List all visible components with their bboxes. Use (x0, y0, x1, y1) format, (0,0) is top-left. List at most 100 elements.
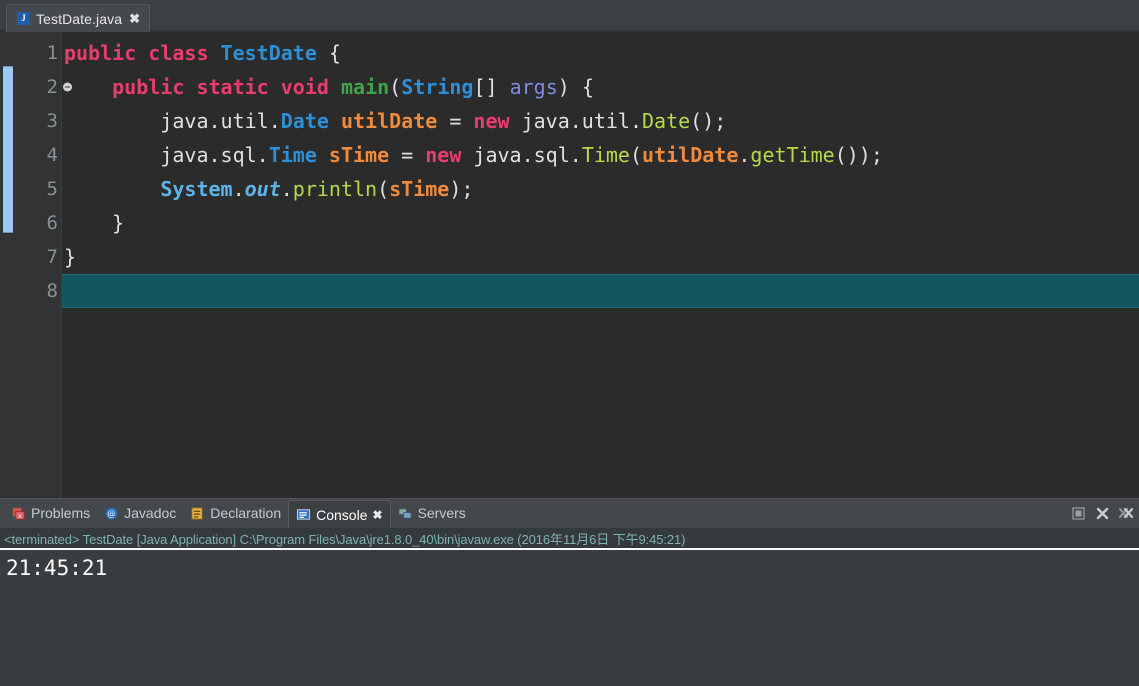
code-token: new (425, 143, 462, 167)
code-token: System (160, 177, 233, 201)
view-tab-problems[interactable]: xx Problems (4, 500, 97, 526)
code-token: void (280, 75, 329, 99)
code-token: ); (449, 177, 474, 201)
code-token: . (280, 177, 293, 201)
code-token: class (148, 41, 209, 65)
view-tab-console[interactable]: Console ✖ (288, 500, 391, 528)
editor-tab-label: TestDate.java (36, 10, 123, 27)
code-token: ( (389, 75, 402, 99)
code-token: TestDate (220, 41, 317, 65)
servers-icon (398, 506, 413, 521)
close-icon[interactable]: ✖ (373, 509, 383, 521)
line-number: 7 (46, 246, 58, 268)
code-token: args (509, 75, 558, 99)
code-token: } (64, 245, 77, 269)
eclipse-ide-window: J TestDate.java ✖ 1 2 3 4 5 6 7 8 public class … (0, 0, 1139, 686)
code-token: Time (581, 143, 630, 167)
code-line[interactable]: public class TestDate { (62, 36, 1139, 70)
code-token: public (64, 41, 137, 65)
line-number: 5 (46, 178, 58, 200)
code-token: ) { (557, 75, 594, 99)
console-toolbar (1070, 505, 1139, 522)
javadoc-icon: @ (104, 506, 119, 521)
console-output-line: 21:45:21 (6, 556, 108, 580)
view-tab-label: Declaration (210, 505, 282, 521)
console-output-area[interactable]: 21:45:21 (0, 550, 1139, 686)
problems-icon: xx (11, 506, 26, 521)
code-token: main (340, 75, 390, 99)
code-token: Date (642, 109, 691, 133)
change-marker-bar (3, 66, 13, 233)
line-number: 4 (46, 144, 58, 166)
code-content[interactable]: public class TestDate { public static vo… (62, 32, 1139, 498)
code-line[interactable]: java.util.Date utilDate = new java.util.… (62, 104, 1139, 138)
code-token: sTime (328, 143, 390, 167)
code-token: java.util. (509, 109, 642, 133)
code-token: ( (377, 177, 390, 201)
editor-marker-column[interactable] (0, 32, 16, 498)
code-token: sTime (389, 177, 450, 201)
bottom-panel: xx Problems @ Javadoc Declaration Console ✖ Ser… (0, 498, 1139, 686)
console-status-line: <terminated> TestDate [Java Application]… (0, 528, 1139, 550)
code-token: getTime (750, 143, 835, 167)
declaration-icon (190, 506, 205, 521)
code-line[interactable]: java.sql.Time sTime = new java.sql.Time(… (62, 138, 1139, 172)
svg-text:@: @ (107, 508, 115, 518)
code-token: ( (629, 143, 643, 167)
view-tab-label: Servers (417, 505, 466, 521)
code-token: ()); (834, 143, 883, 167)
editor-tab-testdate-java[interactable]: J TestDate.java ✖ (6, 4, 151, 32)
code-token: utilDate (642, 143, 739, 167)
view-tab-label: Javadoc (124, 505, 177, 521)
view-tab-declaration[interactable]: Declaration (183, 500, 288, 526)
editor-tab-bar: J TestDate.java ✖ (0, 0, 1139, 32)
code-token: utilDate (340, 109, 438, 133)
code-token: String (401, 75, 474, 99)
close-all-button[interactable] (1118, 505, 1135, 522)
view-tab-label: Problems (31, 505, 91, 521)
code-token: static (196, 75, 269, 99)
code-token: java.util. (64, 109, 281, 133)
code-token: Time (268, 143, 317, 167)
maximize-button[interactable] (1070, 505, 1087, 522)
code-token: = (389, 143, 426, 167)
code-token: out (244, 177, 281, 201)
code-token: (); (690, 109, 727, 133)
code-token: [] (473, 75, 510, 99)
console-icon (296, 507, 311, 522)
code-token: public (112, 75, 185, 99)
code-token: { (316, 41, 341, 65)
code-line[interactable]: } (62, 206, 1139, 240)
code-line[interactable] (62, 274, 1139, 308)
line-number-gutter: 1 2 3 4 5 6 7 8 (16, 32, 72, 498)
code-token: java.sql. (64, 143, 269, 167)
view-tab-servers[interactable]: Servers (391, 500, 473, 526)
view-tab-label: Console (316, 506, 368, 523)
line-number: 1 (46, 42, 58, 64)
code-token: . (232, 177, 245, 201)
close-console-button[interactable] (1094, 505, 1111, 522)
code-token: new (473, 109, 510, 133)
svg-text:x: x (18, 512, 22, 520)
line-number: 2 (16, 70, 72, 104)
code-token: } (64, 211, 125, 235)
code-line[interactable]: } (62, 240, 1139, 274)
line-number: 6 (46, 212, 58, 234)
view-tab-bar: xx Problems @ Javadoc Declaration Console ✖ Ser… (0, 498, 1139, 528)
close-icon[interactable]: ✖ (128, 12, 141, 25)
view-tab-javadoc[interactable]: @ Javadoc (97, 500, 183, 526)
code-line[interactable]: System.out.println(sTime); (62, 172, 1139, 206)
code-line[interactable]: public static void main(String[] args) { (62, 70, 1139, 104)
code-token: = (437, 109, 474, 133)
code-editor[interactable]: 1 2 3 4 5 6 7 8 public class TestDate { public … (0, 32, 1139, 498)
code-token: println (292, 177, 378, 201)
code-token: Date (280, 109, 329, 133)
